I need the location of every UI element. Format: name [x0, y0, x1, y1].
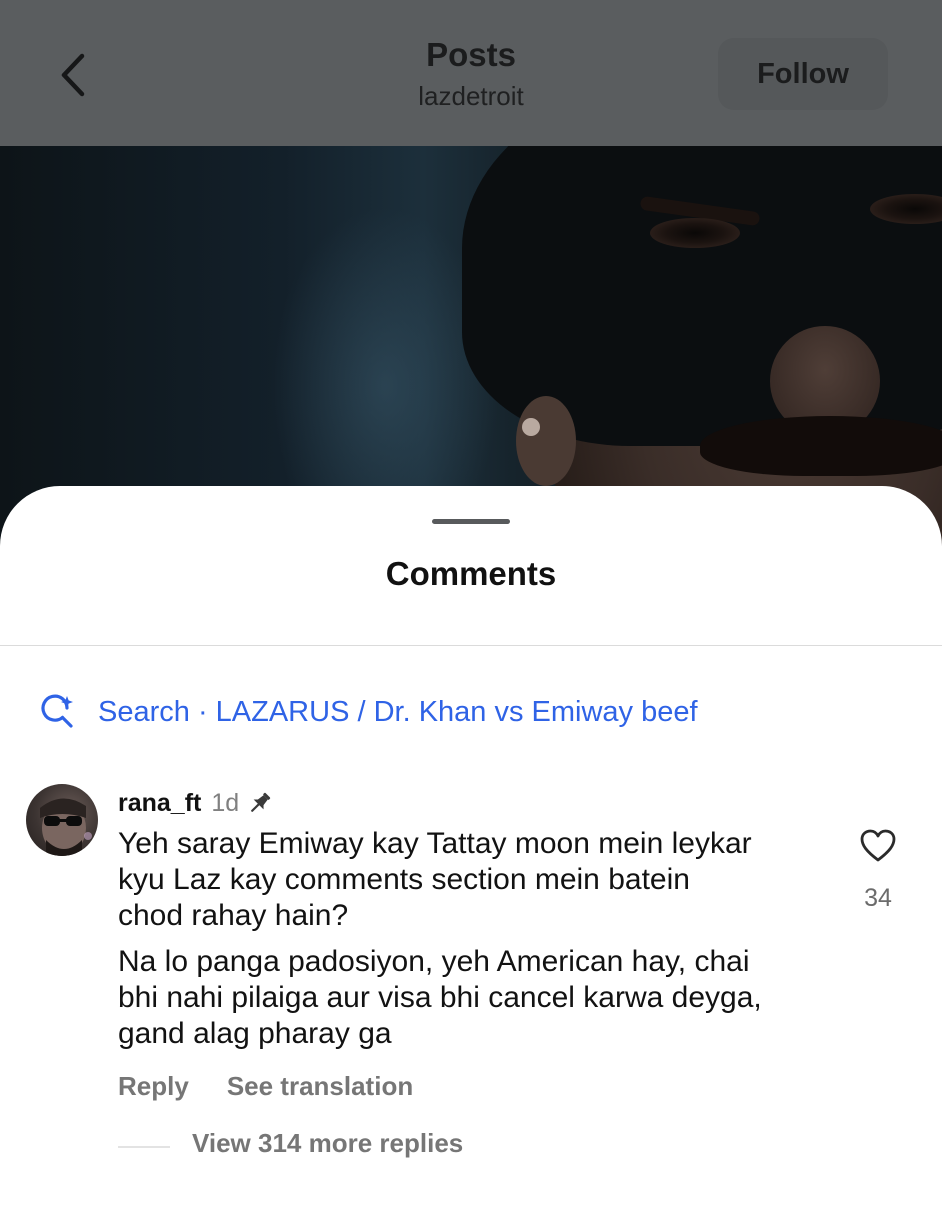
- comment-text-paragraph: Yeh saray Emiway kay Tattay moon mein le…: [118, 826, 828, 934]
- comment-text-paragraph: Na lo panga padosiyon, yeh American hay,…: [118, 944, 828, 1052]
- comment-line: Yeh saray Emiway kay Tattay moon mein le…: [118, 827, 752, 860]
- sheet-drag-handle[interactable]: [432, 519, 510, 524]
- avatar[interactable]: [26, 784, 98, 856]
- comment-username[interactable]: rana_ft: [118, 789, 201, 818]
- follow-button[interactable]: Follow: [718, 38, 888, 110]
- reply-button[interactable]: Reply: [118, 1071, 189, 1102]
- comment-timestamp: 1d: [211, 788, 240, 817]
- search-suggestion-label: Search · LAZARUS / Dr. Khan vs Emiway be…: [98, 695, 698, 728]
- comments-title: Comments: [385, 555, 557, 592]
- divider: [0, 645, 942, 646]
- comment-line: kyu Laz kay comments section mein batein: [118, 863, 690, 896]
- search-sparkle-icon: [41, 694, 73, 728]
- pin-icon: [247, 790, 273, 816]
- like-count: 34: [864, 884, 892, 912]
- comment-actions: Reply See translation: [118, 1068, 413, 1104]
- see-translation-button[interactable]: See translation: [227, 1071, 413, 1102]
- post-header: Posts lazdetroit Follow: [0, 0, 942, 146]
- search-suggestion-link[interactable]: Search · LAZARUS / Dr. Khan vs Emiway be…: [40, 690, 698, 734]
- replies-divider: [118, 1146, 170, 1148]
- comment-line: bhi nahi pilaiga aur visa bhi cancel kar…: [118, 981, 762, 1014]
- like-button[interactable]: [858, 826, 898, 866]
- comment-line: Na lo panga padosiyon, yeh American hay,…: [118, 945, 750, 978]
- view-more-replies-button[interactable]: View 314 more replies: [192, 1128, 463, 1159]
- comment-line: chod rahay hain?: [118, 899, 349, 932]
- comment-meta: rana_ft 1d: [118, 786, 273, 820]
- comment-line: gand alag pharay ga: [118, 1017, 392, 1050]
- heart-icon: [860, 829, 896, 862]
